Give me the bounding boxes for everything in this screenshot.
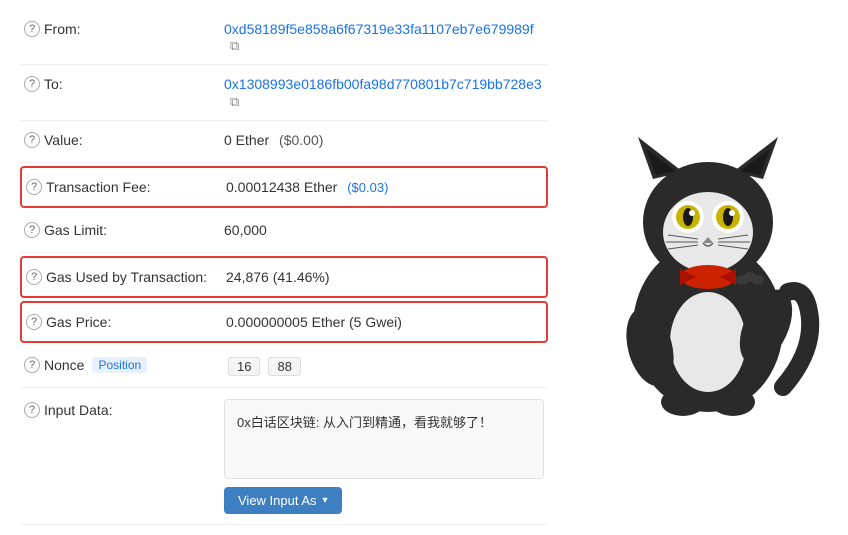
gas-price-label-text: Gas Price: [46,314,111,330]
tx-fee-help-icon[interactable]: ? [26,179,42,195]
gas-limit-value: 60,000 [224,221,544,238]
nonce-value: 16 88 [224,356,544,376]
to-copy-icon[interactable]: ⧉ [230,94,239,110]
from-value: 0xd58189f5e858a6f67319e33fa1107eb7e67998… [224,20,544,54]
main-container: ? From: 0xd58189f5e858a6f67319e33fa1107e… [0,0,848,535]
tx-fee-ether: 0.00012438 Ether [226,179,337,195]
value-help-icon[interactable]: ? [24,132,40,148]
gas-used-value: 24,876 (41.46%) [226,268,542,285]
gas-used-help-icon[interactable]: ? [26,269,42,285]
nonce-help-icon[interactable]: ? [24,357,40,373]
tx-fee-row: ? Transaction Fee: 0.00012438 Ether ($0.… [20,166,548,208]
to-label-text: To: [44,76,63,92]
left-panel: ? From: 0xd58189f5e858a6f67319e33fa1107e… [0,0,568,535]
value-row: ? Value: 0 Ether ($0.00) [20,121,548,163]
nonce-val-1: 16 [228,357,260,376]
cat-svg [588,107,828,427]
to-value: 0x1308993e0186fb00fa98d770801b7c719bb728… [224,75,544,109]
gas-price-help-icon[interactable]: ? [26,314,42,330]
value-label: ? Value: [24,131,224,148]
nonce-val-2: 88 [268,357,300,376]
tx-fee-label: ? Transaction Fee: [26,178,226,195]
tx-fee-usd: ($0.03) [347,180,388,195]
input-data-label-text: Input Data: [44,402,113,418]
value-ether: 0 Ether [224,132,269,148]
input-data-box: 0x白话区块链: 从入门到精通，看我就够了！ [224,399,544,479]
tx-fee-value: 0.00012438 Ether ($0.03) [226,178,542,195]
right-panel [568,0,848,535]
view-input-button[interactable]: View Input As ▾ [224,487,342,514]
to-help-icon[interactable]: ? [24,76,40,92]
gas-used-row: ? Gas Used by Transaction: 24,876 (41.46… [20,256,548,298]
nonce-values: 16 88 [228,357,301,376]
tx-fee-label-text: Transaction Fee: [46,179,151,195]
gas-used-label: ? Gas Used by Transaction: [26,268,226,285]
gas-limit-label: ? Gas Limit: [24,221,224,238]
gas-price-row: ? Gas Price: 0.000000005 Ether (5 Gwei) [20,301,548,343]
chevron-down-icon: ▾ [323,495,328,506]
gas-limit-help-icon[interactable]: ? [24,222,40,238]
input-data-help-icon[interactable]: ? [24,402,40,418]
gas-price-value: 0.000000005 Ether (5 Gwei) [226,313,542,330]
nonce-label: ? Nonce Position [24,356,224,373]
view-input-label: View Input As [238,493,317,508]
input-data-value: 0x白话区块链: 从入门到精通，看我就够了！ View Input As ▾ [224,398,544,514]
cat-illustration [588,107,828,427]
from-label: ? From: [24,20,224,37]
to-row: ? To: 0x1308993e0186fb00fa98d770801b7c71… [20,65,548,120]
value-label-text: Value: [44,132,83,148]
nonce-position-badge: Position [92,357,147,373]
gas-limit-label-text: Gas Limit: [44,222,107,238]
from-copy-icon[interactable]: ⧉ [230,38,239,54]
nonce-row: ? Nonce Position 16 88 [20,346,548,388]
value-amount: 0 Ether ($0.00) [224,131,544,148]
from-row: ? From: 0xd58189f5e858a6f67319e33fa1107e… [20,10,548,65]
value-usd: ($0.00) [279,132,323,148]
input-data-label: ? Input Data: [24,398,224,418]
gas-used-label-text: Gas Used by Transaction: [46,269,207,285]
input-data-row: ? Input Data: 0x白话区块链: 从入门到精通，看我就够了！ Vie… [20,388,548,525]
to-address[interactable]: 0x1308993e0186fb00fa98d770801b7c719bb728… [224,76,542,92]
from-address[interactable]: 0xd58189f5e858a6f67319e33fa1107eb7e67998… [224,21,534,37]
nonce-label-text: Nonce [44,357,84,373]
from-label-text: From: [44,21,81,37]
to-label: ? To: [24,75,224,92]
from-help-icon[interactable]: ? [24,21,40,37]
gas-limit-row: ? Gas Limit: 60,000 [20,211,548,253]
gas-price-label: ? Gas Price: [26,313,226,330]
